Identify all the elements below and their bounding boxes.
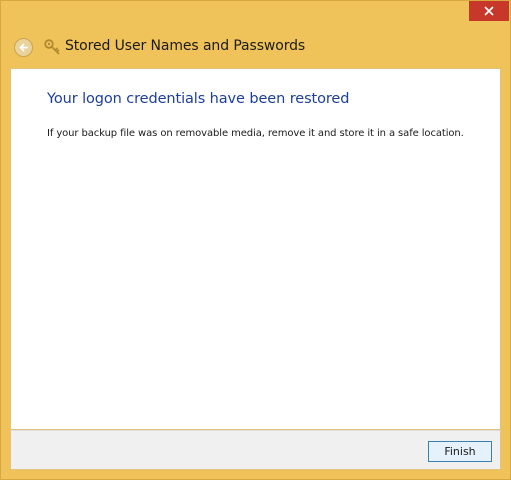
window-title: Stored User Names and Passwords <box>65 38 306 54</box>
content-panel: Your logon credentials have been restore… <box>10 68 501 430</box>
close-button[interactable] <box>469 1 509 21</box>
page-heading: Your logon credentials have been restore… <box>47 91 350 107</box>
dialog-footer: Finish <box>10 430 501 470</box>
close-icon <box>484 6 494 16</box>
dialog-window: Stored User Names and Passwords Your log… <box>0 0 511 480</box>
dialog-header: Stored User Names and Passwords <box>1 29 510 67</box>
back-button[interactable] <box>14 38 33 57</box>
finish-button[interactable]: Finish <box>428 441 492 462</box>
key-icon <box>44 39 60 55</box>
back-arrow-icon <box>19 43 28 52</box>
instruction-text: If your backup file was on removable med… <box>47 128 464 139</box>
